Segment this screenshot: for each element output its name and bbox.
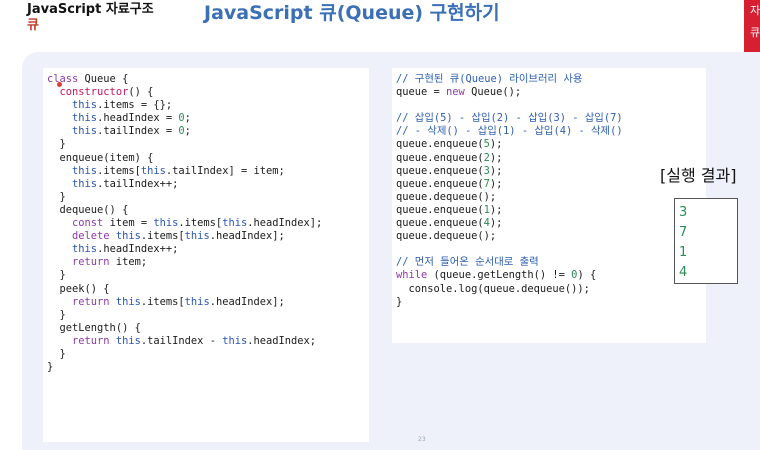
code-line: queue.dequeue(); [396,190,497,203]
code-line: queue.enqueue(1); [396,203,503,216]
code-line: queue.enqueue(7); [396,177,503,190]
code-line: queue.dequeue(); [396,230,497,243]
code-line: } [47,308,66,321]
code-line: queue.enqueue(5); [396,138,503,151]
code-line: this.items[this.tailIndex] = item; [72,164,285,177]
code-line: delete this.items[this.headIndex]; [72,230,285,243]
code-line: getLength() { [47,321,141,334]
section-tag-line2: 큐 [750,26,760,39]
code-line: // 구현된 큐(Queue) 라이브러리 사용 [396,73,583,85]
cursor-dot [57,82,62,87]
code-line: } [47,361,54,374]
code-line: return this.items[this.headIndex]; [72,295,285,308]
result-box: 3 7 1 4 [674,198,738,284]
code-line: this.tailIndex = 0; [72,125,191,138]
page-number: 23 [418,436,426,443]
header-subtitle: JavaScript 자료구조 [27,2,154,17]
code-line: } [47,190,66,203]
result-line: 4 [679,265,688,280]
result-line: 7 [679,225,688,240]
code-line: queue.enqueue(2); [396,151,503,164]
code-line: queue.enqueue(3); [396,164,503,177]
section-tag-line1: 자 [750,4,760,17]
code-line: peek() { [47,282,110,295]
code-line: this.headIndex++; [72,243,179,256]
code-line: // 먼저 들어온 순서대로 출력 [396,256,539,269]
code-line: queue = new Queue(); [396,86,522,99]
code-line: return item; [72,256,148,269]
result-label: [실행 결과] [660,166,737,185]
page-title: JavaScript 큐(Queue) 구현하기 [204,2,500,24]
code-line: return this.tailIndex - this.headIndex; [72,334,317,347]
code-line: this.items = {}; [72,99,173,112]
queue-class-code: class Queue { constructor() { this.items… [43,68,369,442]
code-line: enqueue(item) { [47,151,154,164]
code-line: } [47,269,66,282]
code-line: } [47,138,66,151]
header-subtitle-topic: 큐 [27,18,39,33]
code-line: } [47,347,66,360]
code-line: this.headIndex = 0; [72,112,191,125]
code-line: } [396,295,403,308]
code-line: console.log(queue.dequeue()); [396,282,590,295]
code-line: this.tailIndex++; [72,177,179,190]
code-line: const item = this.items[this.headIndex]; [72,217,323,230]
code-line: dequeue() { [47,203,129,216]
queue-usage-code: // 구현된 큐(Queue) 라이브러리 사용 queue = new Que… [392,68,706,343]
result-line: 1 [679,245,688,260]
code-line: while (queue.getLength() != 0) { [396,269,597,282]
code-line: // - 삭제() - 삽입(1) - 삽입(4) - 삭제() [396,125,623,138]
result-line: 3 [679,205,688,220]
code-line: queue.enqueue(4); [396,217,503,230]
code-line: // 삽입(5) - 삽입(2) - 삽입(3) - 삽입(7) [396,112,623,125]
code-line: constructor() { [59,86,154,99]
